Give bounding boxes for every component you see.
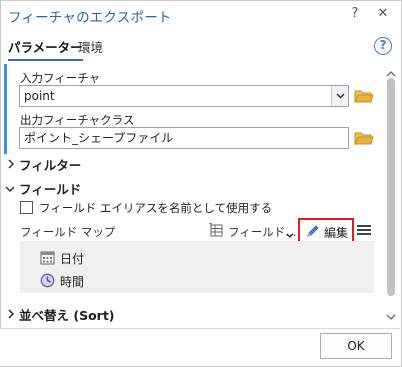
sort-section-header[interactable]: 並べ替え (Sort) [19, 305, 115, 324]
list-item[interactable]: 時間 [40, 271, 120, 291]
calendar-icon [40, 250, 55, 268]
hamburger-menu-icon[interactable] [356, 222, 372, 238]
edit-button-label: 編集 [324, 226, 349, 240]
help-icon[interactable]: ? [374, 37, 392, 55]
use-alias-label: フィールド エイリアスを名前として使用する [39, 201, 273, 215]
output-feature-class-value: ポイント_シェープファイル [24, 131, 174, 145]
field-map-label: フィールド マップ [20, 225, 116, 239]
chevron-down-icon [286, 228, 294, 242]
chevron-right-icon[interactable] [6, 308, 16, 319]
scroll-down-icon[interactable] [386, 310, 396, 320]
tab-environments[interactable]: 環境 [78, 37, 103, 56]
use-alias-checkbox[interactable] [20, 201, 33, 214]
parameter-accent-bar [4, 64, 7, 154]
output-feature-class-input[interactable]: ポイント_シェープファイル [19, 127, 349, 149]
fields-section-header[interactable]: フィールド [19, 179, 81, 198]
chevron-down-icon[interactable] [5, 183, 15, 193]
title-help-button[interactable]: ? [346, 5, 364, 23]
fields-dropdown[interactable]: フィールド... [208, 221, 296, 242]
pencil-icon [306, 224, 320, 241]
title-bar: フィーチャのエクスポート ? ✕ [0, 0, 400, 30]
scroll-thumb[interactable] [387, 78, 395, 296]
close-button[interactable]: ✕ [374, 5, 392, 23]
tab-parameters[interactable]: パラメーター [8, 37, 83, 61]
chevron-right-icon[interactable] [6, 158, 16, 169]
field-name: 時間 [60, 275, 85, 289]
input-features-value: point [24, 89, 55, 103]
clock-icon [40, 273, 55, 291]
pane-title: フィーチャのエクスポート [8, 10, 172, 26]
output-feature-class-label: 出力フィーチャクラス [20, 113, 135, 127]
browse-input-folder-icon[interactable] [354, 87, 374, 105]
add-field-icon [208, 221, 224, 241]
ok-button[interactable]: OK [320, 333, 392, 359]
input-features-label: 入力フィーチャ [20, 71, 101, 85]
chevron-down-icon[interactable] [331, 86, 348, 106]
vertical-scrollbar[interactable] [384, 64, 398, 327]
input-features-combobox[interactable]: point [19, 85, 349, 107]
filter-section-header[interactable]: フィルター [19, 155, 81, 174]
browse-output-folder-icon[interactable] [354, 129, 374, 147]
scroll-up-icon[interactable] [386, 67, 396, 77]
field-name: 日付 [60, 252, 85, 266]
list-item[interactable]: 日付 [40, 248, 120, 268]
